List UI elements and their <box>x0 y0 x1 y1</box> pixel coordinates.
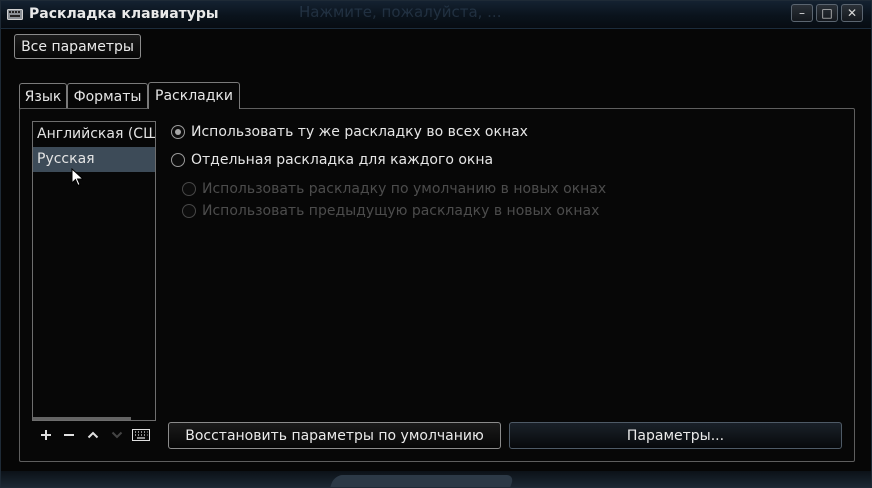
radio-button <box>182 204 196 218</box>
radio-label: Отдельная раскладка для каждого окна <box>191 152 494 168</box>
radio-button <box>182 182 196 196</box>
horizontal-scrollbar[interactable] <box>33 417 131 420</box>
add-layout-button[interactable] <box>36 425 56 445</box>
minimize-button[interactable]: – <box>791 4 813 22</box>
move-down-icon <box>111 431 123 439</box>
radio-label: Использовать предыдущую раскладку в новы… <box>202 203 600 219</box>
move-up-icon <box>87 431 99 439</box>
maximize-icon: □ <box>821 6 833 20</box>
list-item[interactable]: Английская (США) <box>33 122 155 147</box>
keyboard-layout-window: Нажмите, пожалуйста, ... Раскладка клави… <box>0 0 872 488</box>
keyboard-icon <box>132 429 150 441</box>
move-down-button[interactable] <box>107 425 127 445</box>
remove-layout-button[interactable] <box>59 425 79 445</box>
remove-icon <box>64 434 74 436</box>
desktop-background-strip <box>1 471 871 487</box>
radio-label: Использовать раскладку по умолчанию в но… <box>202 181 607 197</box>
mouse-cursor-icon <box>71 168 83 187</box>
tab-layouts[interactable]: Раскладки <box>148 82 240 109</box>
close-icon: ✕ <box>846 6 858 20</box>
close-button[interactable]: ✕ <box>841 4 863 22</box>
radio-button[interactable] <box>171 153 185 167</box>
keyboard-app-icon <box>7 9 23 20</box>
radio-button[interactable] <box>171 125 185 139</box>
maximize-button[interactable]: □ <box>816 4 838 22</box>
minimize-icon: – <box>799 6 805 20</box>
radio-previous-layout-new-windows: Использовать предыдущую раскладку в новы… <box>182 203 599 219</box>
add-icon <box>41 430 51 440</box>
background-window-title: Нажмите, пожалуйста, ... <box>299 3 502 21</box>
tab-formats[interactable]: Форматы <box>67 83 148 109</box>
radio-same-layout[interactable]: Использовать ту же раскладку во всех окн… <box>171 124 528 140</box>
restore-defaults-button[interactable]: Восстановить параметры по умолчанию <box>168 422 501 449</box>
layout-list[interactable]: Английская (США) Русская <box>32 121 156 421</box>
parameters-button[interactable]: Параметры... <box>509 422 842 449</box>
title-bar[interactable]: Нажмите, пожалуйста, ... Раскладка клави… <box>1 1 871 29</box>
radio-separate-layout[interactable]: Отдельная раскладка для каждого окна <box>171 152 493 168</box>
background-graphic <box>327 475 515 487</box>
keyboard-preview-button[interactable] <box>131 425 151 445</box>
radio-label: Использовать ту же раскладку во всех окн… <box>191 124 528 140</box>
radio-default-layout-new-windows: Использовать раскладку по умолчанию в но… <box>182 181 606 197</box>
window-title: Раскладка клавиатуры <box>29 6 219 22</box>
list-item[interactable]: Русская <box>33 147 155 172</box>
all-settings-button[interactable]: Все параметры <box>14 34 141 59</box>
move-up-button[interactable] <box>83 425 103 445</box>
tab-language[interactable]: Язык <box>19 83 67 109</box>
